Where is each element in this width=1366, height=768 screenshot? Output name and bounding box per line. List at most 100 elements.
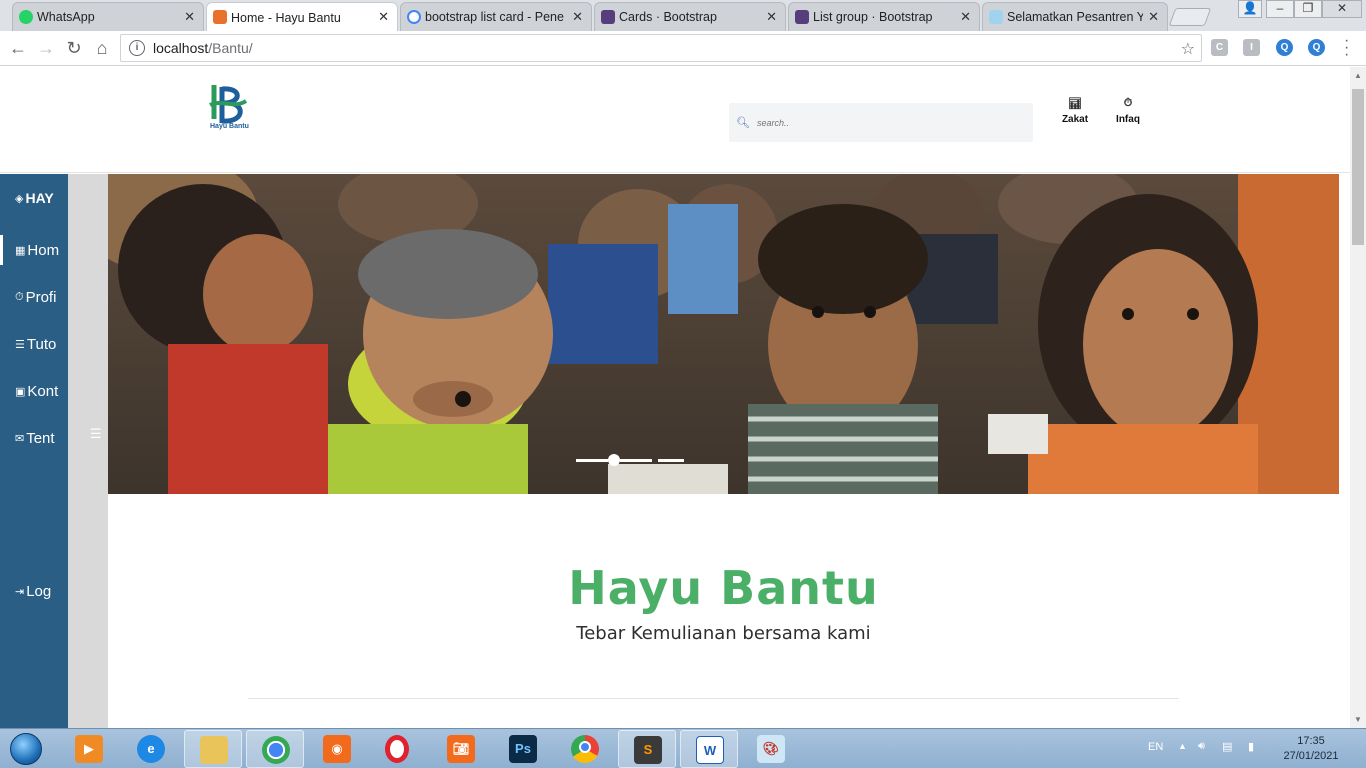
clock-icon: ⏱ — [15, 290, 24, 303]
sidebar-logout[interactable]: ⇥ Log — [0, 576, 68, 606]
extension-i-icon[interactable]: I — [1243, 39, 1260, 56]
start-button[interactable] — [4, 729, 48, 768]
taskbar-paint[interactable]: 🎨︎ — [742, 730, 800, 768]
tab-title: List group · Bootstrap — [813, 10, 933, 24]
browser-menu-icon[interactable]: · · · — [1344, 33, 1349, 63]
taskbar-sublime-text[interactable]: S — [618, 730, 676, 768]
media-player-icon: ▶ — [75, 735, 103, 763]
carousel-indicator-active[interactable] — [608, 454, 620, 466]
site-header: Hayu Bantu 🔍︎ 📊︎ Zakat ⏱ Infaq — [0, 67, 1350, 173]
profile-icon[interactable]: 👤 — [1238, 0, 1262, 18]
close-window-button[interactable]: ✕ — [1322, 0, 1362, 18]
taskbar-photoshop[interactable]: Ps — [494, 730, 552, 768]
tab-google-search[interactable]: bootstrap list card - Pene ✕ — [400, 2, 592, 31]
scroll-up-icon[interactable]: ▲ — [1354, 71, 1362, 80]
close-tab-icon[interactable]: ✕ — [960, 9, 971, 25]
language-indicator[interactable]: EN — [1148, 741, 1163, 768]
zakat-label: Zakat — [1061, 114, 1089, 125]
signal-icon[interactable]: ▮ — [1248, 740, 1254, 768]
volume-icon[interactable]: 🔊︎ — [1198, 740, 1205, 768]
taskbar-screenshot[interactable]: 📷︎ — [432, 730, 490, 768]
close-tab-icon[interactable]: ✕ — [572, 9, 583, 25]
system-clock[interactable]: 17:35 27/01/2021 — [1276, 734, 1346, 764]
about-icon: ✉ — [15, 432, 25, 445]
extension-search-icon[interactable]: Q — [1308, 39, 1325, 56]
taskbar-chrome-active[interactable] — [246, 730, 304, 768]
tab-title: Home - Hayu Bantu — [231, 10, 341, 25]
taskbar-file-explorer[interactable] — [184, 730, 242, 768]
bootstrap-icon — [601, 10, 615, 24]
windows-logo-icon — [10, 733, 42, 765]
sidebar-item-contact[interactable]: ▣ Kont — [0, 376, 68, 406]
taskbar-screen-recorder[interactable]: ◉ — [308, 730, 366, 768]
address-bar[interactable]: i localhost/Bantu/ ☆ — [120, 34, 1202, 62]
sidebar-item-about[interactable]: ✉ Tent — [0, 423, 68, 453]
sidebar-item-home[interactable]: ▦ Hom — [0, 235, 68, 265]
sublime-text-icon: S — [634, 736, 662, 764]
search-icon: 🔍︎ — [736, 117, 750, 129]
page-subtitle: Tebar Kemulianan bersama kami — [576, 623, 871, 644]
infaq-link[interactable]: ⏱ Infaq — [1108, 97, 1148, 125]
close-tab-icon[interactable]: ✕ — [184, 9, 195, 25]
carousel-indicators — [576, 454, 684, 466]
dashboard-icon: ▦ — [15, 244, 26, 257]
clock-time: 17:35 — [1297, 735, 1325, 747]
taskbar-word[interactable]: W — [680, 730, 738, 768]
close-tab-icon[interactable]: ✕ — [1148, 9, 1159, 25]
restore-button[interactable]: ❐ — [1294, 0, 1322, 18]
sidebar-item-tutorial[interactable]: ☰ Tuto — [0, 329, 68, 359]
minimize-button[interactable]: – — [1266, 0, 1294, 18]
taskbar-opera[interactable] — [370, 730, 428, 768]
tab-title: Selamatkan Pesantren Ya — [1007, 10, 1143, 24]
info-icon[interactable]: i — [129, 40, 145, 56]
search-box: 🔍︎ — [729, 103, 1033, 142]
page-scrollbar[interactable]: ▲ ▼ — [1350, 67, 1366, 728]
carousel-indicator[interactable] — [576, 458, 608, 462]
list-icon: ☰ — [15, 338, 25, 351]
sidebar-item-label: Profi — [25, 288, 57, 306]
back-arrow-icon[interactable]: ← — [7, 37, 29, 59]
network-icon[interactable]: ▤ — [1222, 740, 1232, 768]
carousel-indicator[interactable] — [658, 458, 684, 462]
url-host: localhost — [153, 40, 209, 56]
hero-carousel[interactable] — [108, 174, 1339, 494]
taskbar-chrome[interactable] — [556, 730, 614, 768]
taskbar-media-player[interactable]: ▶ — [60, 730, 118, 768]
folder-icon — [200, 736, 228, 764]
close-tab-icon[interactable]: ✕ — [378, 9, 389, 25]
tab-cards-bootstrap[interactable]: Cards · Bootstrap ✕ — [594, 2, 786, 31]
zakat-link[interactable]: 📊︎ Zakat — [1055, 97, 1095, 125]
search-input[interactable] — [757, 117, 1017, 128]
scrollbar-thumb[interactable] — [1352, 89, 1364, 245]
tab-selamatkan-pesantren[interactable]: Selamatkan Pesantren Ya ✕ — [982, 2, 1168, 31]
web-page: Hayu Bantu 🔍︎ 📊︎ Zakat ⏱ Infaq ◈HAY ▦Hom… — [0, 67, 1350, 728]
contact-icon: ▣ — [15, 385, 26, 398]
new-tab-button[interactable] — [1168, 8, 1212, 26]
intro-section: Hayu Bantu Tebar Kemulianan bersama kami — [108, 561, 1339, 644]
hamburger-menu-icon[interactable]: ☰ — [90, 426, 102, 442]
tab-home-hayu-bantu[interactable]: Home - Hayu Bantu ✕ — [206, 2, 398, 32]
extension-search-icon[interactable]: Q — [1276, 39, 1293, 56]
home-icon[interactable]: ⌂ — [91, 37, 113, 59]
forward-arrow-icon[interactable]: → — [35, 37, 57, 59]
photoshop-icon: Ps — [509, 735, 537, 763]
close-tab-icon[interactable]: ✕ — [766, 9, 777, 25]
extension-c-icon[interactable]: C — [1211, 39, 1228, 56]
sidebar-gutter: ☰ — [68, 174, 108, 728]
sidebar-item-profile[interactable]: ⏱ Profi — [0, 282, 68, 312]
reload-icon[interactable]: ↻ — [63, 37, 85, 59]
google-icon — [407, 10, 421, 24]
tab-list-group-bootstrap[interactable]: List group · Bootstrap ✕ — [788, 2, 980, 31]
site-favicon-icon — [989, 10, 1003, 24]
taskbar-internet-explorer[interactable]: e — [122, 730, 180, 768]
bookmark-star-icon[interactable]: ☆ — [1181, 39, 1195, 59]
tab-whatsapp[interactable]: WhatsApp ✕ — [12, 2, 204, 31]
show-hidden-icons-icon[interactable]: ▲ — [1178, 741, 1187, 768]
carousel-indicator[interactable] — [620, 458, 652, 462]
sidebar-item-label: Hom — [27, 241, 60, 259]
sidebar-item-label: Log — [26, 582, 52, 600]
sidebar-brand[interactable]: ◈ HAY — [0, 183, 68, 213]
tab-strip: WhatsApp ✕ Home - Hayu Bantu ✕ bootstrap… — [0, 0, 1366, 32]
screen-recorder-icon: ◉ — [323, 735, 351, 763]
scroll-down-icon[interactable]: ▼ — [1354, 715, 1362, 724]
